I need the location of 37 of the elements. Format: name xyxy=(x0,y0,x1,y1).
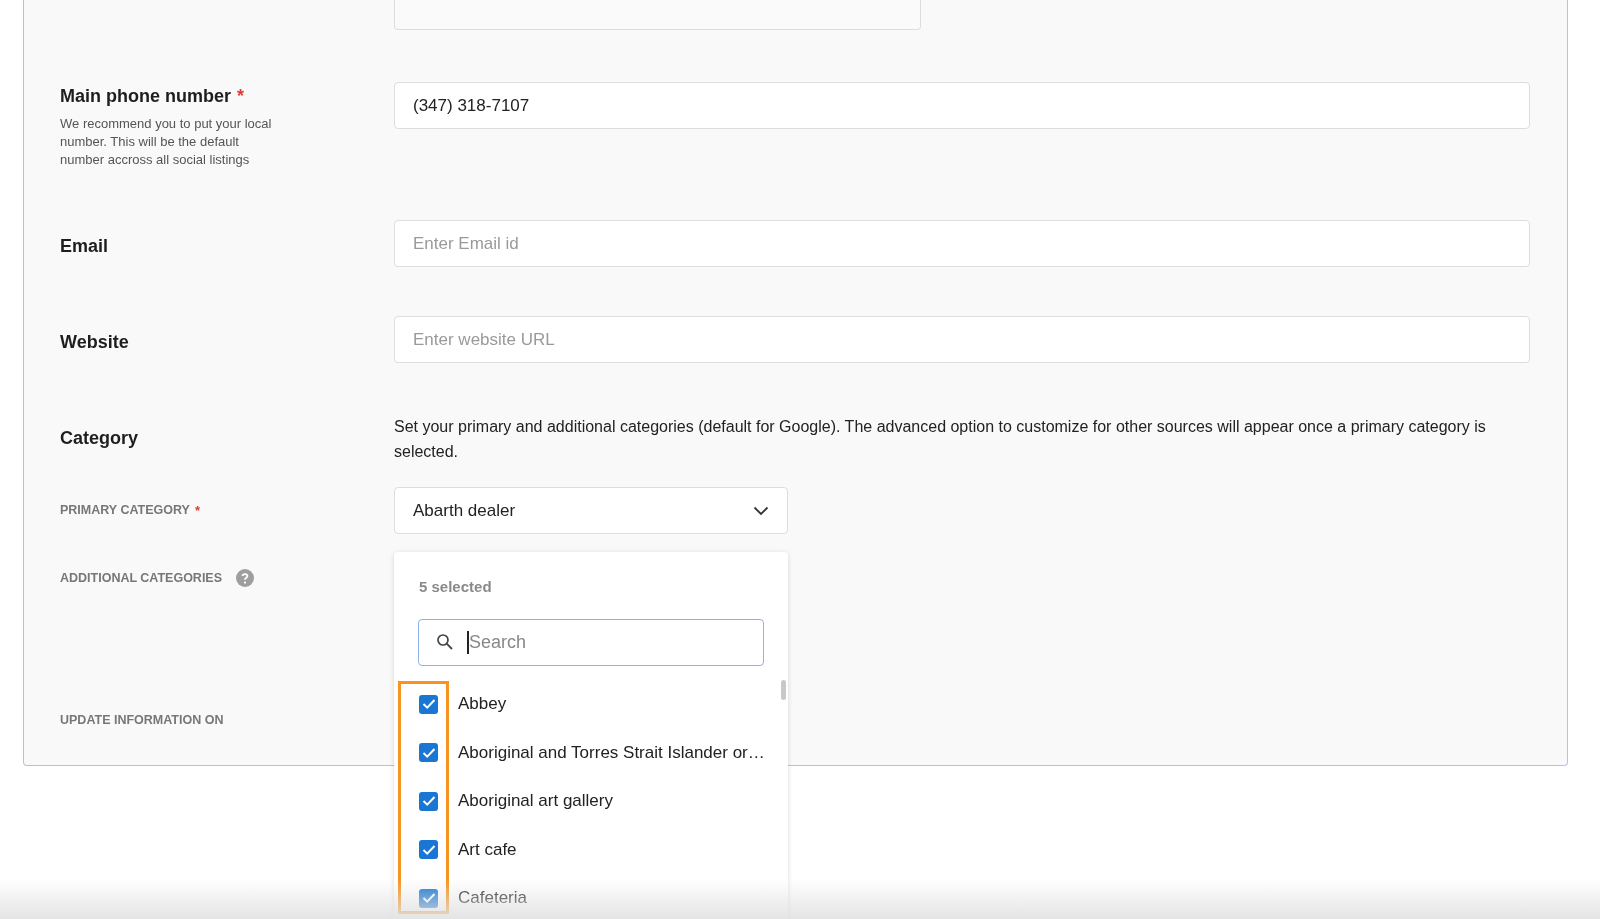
category-option[interactable]: Abbey xyxy=(394,680,788,729)
category-select[interactable]: Abarth dealer xyxy=(394,487,788,534)
field-label: Main phone number xyxy=(60,86,231,106)
category-option[interactable]: Aboriginal and Torres Strait Islander or… xyxy=(394,728,788,777)
field-label: ADDITIONAL CATEGORIES xyxy=(60,571,223,585)
field-label: Email xyxy=(60,236,109,256)
field-label: UPDATE INFORMATION ON xyxy=(60,713,224,727)
category-description: Set your primary and additional categories (default for Google). The advanced option to customize for other sources will appear once a primary category is selected. xyxy=(394,417,1487,462)
checkbox[interactable] xyxy=(419,791,438,811)
selected-count: 5 selected xyxy=(418,577,493,595)
option-label: Cafeteria xyxy=(458,888,527,909)
option-label: Abbey xyxy=(458,694,507,715)
scrollbar-thumb[interactable] xyxy=(781,680,786,700)
category-option[interactable]: Art cafe xyxy=(394,825,788,874)
checkbox[interactable] xyxy=(419,694,438,714)
checkbox[interactable] xyxy=(419,840,438,860)
chevron-down-icon xyxy=(753,505,769,516)
help-icon[interactable] xyxy=(236,569,255,587)
search-icon xyxy=(436,633,454,651)
input-field[interactable]: (347) 318-7107 xyxy=(394,82,1530,129)
checkbox[interactable] xyxy=(419,743,438,763)
checkbox[interactable] xyxy=(419,888,438,908)
input-field[interactable]: Enter Email id xyxy=(394,220,1530,267)
required-mark: * xyxy=(237,86,244,106)
required-mark: * xyxy=(194,503,200,518)
field-label: PRIMARY CATEGORY xyxy=(60,503,190,517)
option-label: Art cafe xyxy=(458,839,517,860)
input-field[interactable]: Enter website URL xyxy=(394,316,1530,363)
category-option[interactable]: Aboriginal art gallery xyxy=(394,777,788,826)
field-hint: We recommend you to put your local number. This will be the default number accross all social listings xyxy=(60,115,273,169)
option-label: Aboriginal and Torres Strait Islander or… xyxy=(458,742,765,763)
category-option[interactable]: Cafeteria xyxy=(394,874,788,919)
search-field[interactable]: Search xyxy=(418,619,764,666)
section-label: Category xyxy=(60,427,140,449)
field-label: Website xyxy=(60,332,129,352)
input-field[interactable] xyxy=(394,0,921,30)
option-label: Aboriginal art gallery xyxy=(458,791,613,812)
